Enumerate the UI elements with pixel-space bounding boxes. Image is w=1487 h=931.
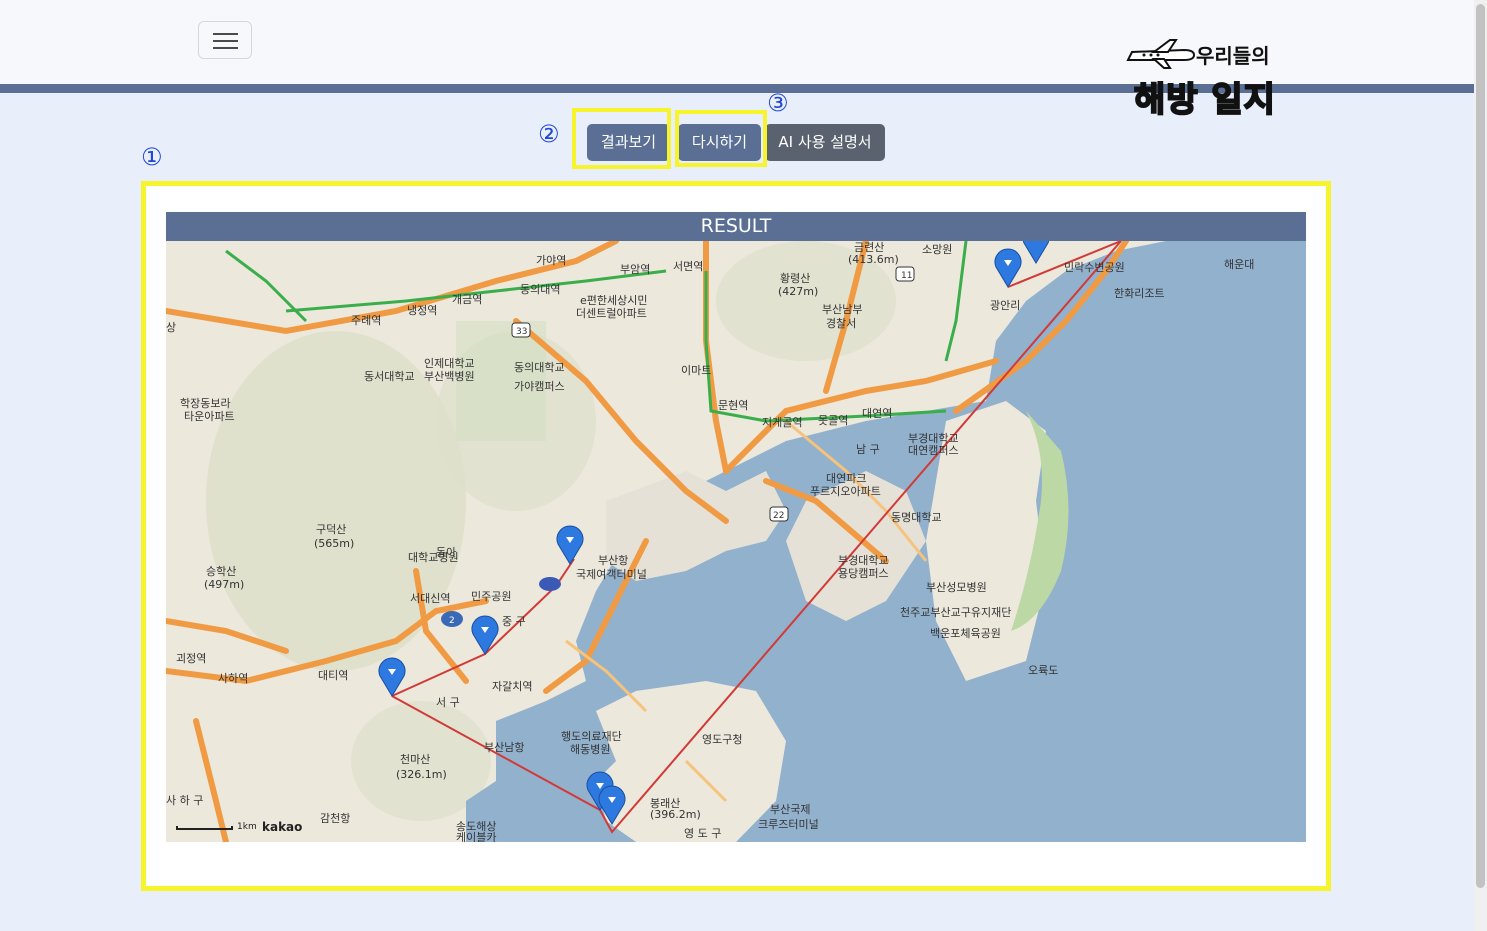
map-label-hwangnyeongsan: 황령산 bbox=[780, 272, 810, 285]
map-label-yongdang: 용당캠퍼스 bbox=[838, 567, 889, 580]
svg-text:33: 33 bbox=[516, 327, 527, 337]
result-title: RESULT bbox=[166, 212, 1306, 241]
map-label-sinpyeong: 사하역 bbox=[218, 671, 248, 685]
map-label-tawon: 타운아파트 bbox=[184, 410, 235, 423]
menu-line bbox=[213, 40, 238, 42]
map-label-seomyeon: 서면역 bbox=[673, 260, 703, 273]
map-label-junggu: 중 구 bbox=[502, 615, 526, 628]
route-map[interactable]: 33 11 22 2 서면역 가야역 황령산 (427m) 금련산 (413.6m) 소망원… bbox=[166, 241, 1306, 842]
map-label-dongahosp: 대학교병원 bbox=[408, 551, 459, 564]
map-label-dongeui: 동의대학교 bbox=[514, 361, 565, 374]
map-label-daeyeon: 대연캠퍼스 bbox=[908, 444, 959, 457]
map-label-dongeuiyeok: 동의대역 bbox=[520, 283, 560, 296]
map-label-busannam: 부산남항 bbox=[484, 741, 524, 754]
map-label-gamcheon: 감천항 bbox=[320, 811, 350, 825]
map-label-police: 경찰서 bbox=[826, 317, 856, 330]
svg-text:2: 2 bbox=[449, 616, 455, 626]
logo-text-big: 해방 일지 bbox=[1133, 79, 1276, 121]
map-label-hakjang: 학장동보라 bbox=[180, 397, 231, 410]
map-label-guduk_h: (565m) bbox=[314, 537, 354, 550]
map-label-oryukdo: 오륙도 bbox=[1028, 664, 1058, 677]
map-label-cheonju: 천주교부산교구유지재단 bbox=[900, 605, 1011, 619]
map-label-hwangnyeongsan_h: (427m) bbox=[778, 285, 818, 298]
logo-text-small: 우리들의 bbox=[1196, 44, 1270, 68]
map-label-cheonma_h: (326.1m) bbox=[396, 768, 447, 781]
map-label-jagalchi: 자갈치역 bbox=[492, 679, 532, 693]
map-label-saha: 사 하 구 bbox=[166, 793, 203, 807]
annotation-marker-2: ② bbox=[538, 120, 560, 148]
map-label-hanhwa: 한화리조트 bbox=[1114, 287, 1165, 300]
map-label-busannambu: 부산남부 bbox=[822, 303, 862, 316]
map-label-baekun: 백운포체육공원 bbox=[930, 627, 1001, 640]
svg-text:22: 22 bbox=[773, 511, 784, 521]
map-label-minju: 민주공원 bbox=[471, 590, 511, 603]
annotation-marker-1: ① bbox=[141, 143, 163, 171]
map-label-cruise1: 부산국제 bbox=[770, 803, 810, 816]
map-label-haengdo: 행도의료재단 bbox=[561, 730, 622, 743]
highlight-box-result bbox=[572, 108, 671, 169]
map-label-thecentreal: 더센트럴아파트 bbox=[576, 307, 647, 320]
map-label-haeundae: 해운대 bbox=[1224, 257, 1254, 271]
map-label-tongmyong: 동명대학교 bbox=[891, 511, 942, 524]
map-label-gaegeum: 개금역 bbox=[452, 293, 482, 306]
map-label-prugio: 푸르지오아파트 bbox=[810, 485, 881, 498]
scrollbar-thumb[interactable] bbox=[1476, 4, 1485, 888]
map-label-gwangalli: 광안리 bbox=[990, 299, 1020, 312]
map-label-seogu: 서 구 bbox=[436, 696, 460, 709]
map-label-naengjeong: 냉정역 bbox=[407, 304, 437, 317]
map-label-seunghak_h: (497m) bbox=[204, 578, 244, 591]
map-label-daeyeonyeok: 대연역 bbox=[862, 407, 892, 420]
menu-line bbox=[213, 47, 238, 49]
map-label-efeeling: e편한세상시민 bbox=[580, 294, 648, 307]
map-label-sasang: 상 bbox=[166, 321, 176, 334]
ai-guide-button[interactable]: AI 사용 설명서 bbox=[765, 124, 885, 161]
map-label-geumryeonsan_h: (413.6m) bbox=[848, 253, 899, 266]
map-label-gayacampus: 가야캠퍼스 bbox=[514, 380, 565, 393]
hamburger-menu-button[interactable] bbox=[198, 21, 252, 59]
map-label-cruise2: 크루즈터미널 bbox=[758, 818, 819, 831]
map-label-bongrae_h: (396.2m) bbox=[650, 808, 701, 821]
map-label-munhyeon: 문현역 bbox=[718, 399, 748, 412]
map-label-buam: 부암역 bbox=[620, 263, 650, 276]
map-label-seongmo: 부산성모병원 bbox=[926, 581, 987, 594]
map-label-goejeong: 괴정역 bbox=[176, 652, 206, 665]
map-label-seunghak: 승학산 bbox=[206, 565, 236, 578]
map-label-jigegol: 지게골역 bbox=[762, 416, 802, 429]
map-label-gaya: 가야역 bbox=[536, 254, 566, 267]
map-label-motgol: 못골역 bbox=[818, 414, 848, 427]
map-label-guduk: 구덕산 bbox=[316, 523, 346, 536]
map-label-seodaesin: 서대신역 bbox=[410, 592, 450, 605]
map-label-soman: 소망원 bbox=[922, 243, 952, 256]
airplane-icon bbox=[1126, 39, 1196, 69]
annotation-marker-3: ③ bbox=[767, 89, 789, 117]
svg-text:11: 11 bbox=[901, 271, 912, 281]
map-label-busanport: 부산항 bbox=[598, 554, 628, 567]
map-label-inje: 인제대학교 bbox=[424, 357, 475, 370]
map-label-cable: 케이블카 bbox=[456, 831, 496, 842]
map-label-daeti: 대티역 bbox=[318, 669, 348, 682]
map-label-daeyeonpark: 대연파크 bbox=[826, 472, 866, 485]
map-label-emart: 이마트 bbox=[681, 364, 711, 377]
map-label-yeongdogu: 영 도 구 bbox=[684, 827, 721, 840]
menu-line bbox=[213, 33, 238, 35]
map-label-cheonma: 천마산 bbox=[400, 752, 430, 766]
map-label-haedong: 해동병원 bbox=[570, 742, 610, 756]
map-label-minrak: 민락수변공원 bbox=[1064, 261, 1125, 274]
map-label-yeongdo: 영도구청 bbox=[702, 733, 742, 746]
map-scale-bar bbox=[176, 826, 233, 830]
map-label-busanpaik: 부산백병원 bbox=[424, 370, 475, 383]
highlight-box-retry bbox=[675, 110, 767, 167]
map-scale-label: 1km bbox=[237, 822, 257, 832]
map-label-ferry: 국제여객터미널 bbox=[576, 568, 647, 581]
map-attribution: kakao bbox=[262, 820, 303, 834]
map-label-jurye: 주례역 bbox=[351, 314, 381, 327]
map-label-namgu: 남 구 bbox=[856, 443, 880, 456]
map-label-pknu2: 부경대학교 bbox=[838, 554, 889, 567]
map-label-dongseo: 동서대학교 bbox=[364, 370, 415, 383]
